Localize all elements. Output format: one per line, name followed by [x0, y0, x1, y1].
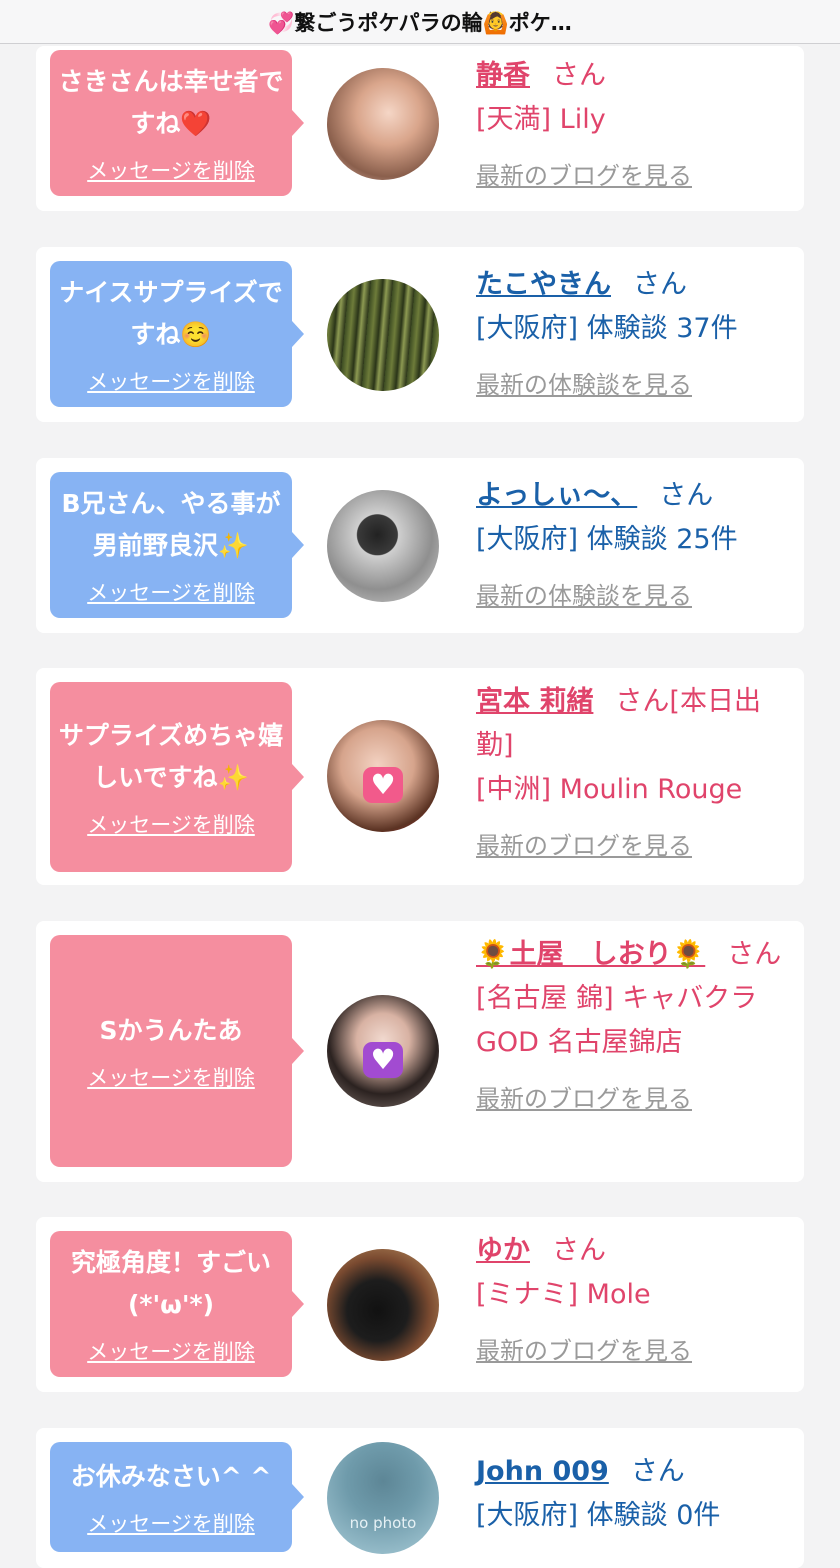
- message-text: さきさんは幸せ者ですね❤️: [58, 67, 284, 138]
- avatar[interactable]: [327, 1249, 439, 1361]
- user-name-link[interactable]: 静香: [476, 60, 530, 91]
- message-text: サプライズめちゃ嬉しいですね✨: [58, 721, 284, 792]
- message-bubble: B兄さん、やる事が男前野良沢✨ メッセージを削除: [50, 472, 304, 618]
- name-suffix: さん: [630, 1456, 685, 1487]
- message-card: B兄さん、やる事が男前野良沢✨ メッセージを削除 よっしぃ〜、 さん [大阪府] …: [36, 458, 804, 633]
- latest-post-link[interactable]: 最新のブログを見る: [476, 156, 786, 196]
- message-bubble: さきさんは幸せ者ですね❤️ メッセージを削除: [50, 50, 304, 196]
- latest-post-link[interactable]: 最新のブログを見る: [476, 1079, 786, 1119]
- shop-info: [ミナミ] Mole: [476, 1279, 651, 1310]
- user-name-link[interactable]: ゆか: [476, 1235, 530, 1266]
- name-suffix: さん: [552, 1235, 606, 1266]
- avatar[interactable]: [327, 490, 439, 602]
- delete-message-link[interactable]: メッセージを削除: [87, 1062, 255, 1092]
- user-name-link[interactable]: John 009: [476, 1456, 609, 1487]
- message-text: B兄さん、やる事が男前野良沢✨: [61, 489, 281, 560]
- shop-info: [天満] Lily: [476, 104, 606, 135]
- message-card: 究極角度！すごい(*'ω'*) メッセージを削除 ゆか さん [ミナミ] Mole…: [36, 1217, 804, 1392]
- shop-info: [大阪府] 体験談 37件: [476, 313, 738, 344]
- message-text: お休みなさい^ ^: [70, 1462, 272, 1491]
- avatar[interactable]: [327, 279, 439, 391]
- message-bubble: 究極角度！すごい(*'ω'*) メッセージを削除: [50, 1231, 304, 1377]
- message-card: さきさんは幸せ者ですね❤️ メッセージを削除 静香 さん [天満] Lily 最新…: [36, 46, 804, 211]
- name-suffix: さん: [552, 60, 606, 91]
- delete-message-link[interactable]: メッセージを削除: [87, 1508, 255, 1538]
- delete-message-link[interactable]: メッセージを削除: [87, 155, 255, 185]
- shop-info: [中洲] Moulin Rouge: [476, 774, 743, 805]
- latest-post-link[interactable]: 最新の体験談を見る: [476, 365, 786, 405]
- user-name-link[interactable]: よっしぃ〜、: [476, 480, 637, 511]
- message-bubble: ナイスサプライズですね☺️ メッセージを削除: [50, 261, 304, 407]
- message-text: 究極角度！すごい(*'ω'*): [70, 1248, 271, 1319]
- user-name-link[interactable]: 宮本 莉緒: [476, 686, 593, 717]
- message-card: サプライズめちゃ嬉しいですね✨ メッセージを削除 ♥ 宮本 莉緒 さん[本日出勤]…: [36, 668, 804, 885]
- latest-post-link[interactable]: 最新のブログを見る: [476, 826, 786, 866]
- name-suffix: さん: [659, 480, 714, 511]
- user-name-link[interactable]: 🌻土屋 しおり🌻: [476, 939, 705, 970]
- latest-post-link[interactable]: 最新のブログを見る: [476, 1331, 786, 1371]
- message-card: お休みなさい^ ^ メッセージを削除 no photo John 009 さん […: [36, 1428, 804, 1568]
- name-suffix: さん: [727, 939, 782, 970]
- shop-info: [大阪府] 体験談 0件: [476, 1500, 721, 1531]
- avatar[interactable]: ♥: [327, 995, 439, 1107]
- avatar[interactable]: [327, 68, 439, 180]
- user-name-link[interactable]: たこやきん: [476, 269, 611, 300]
- message-bubble: お休みなさい^ ^ メッセージを削除: [50, 1442, 304, 1552]
- avatar[interactable]: ♥: [327, 720, 439, 832]
- delete-message-link[interactable]: メッセージを削除: [87, 1336, 255, 1366]
- name-suffix: さん: [633, 269, 687, 300]
- heart-sticker-icon: ♥: [363, 1041, 403, 1078]
- message-bubble: サプライズめちゃ嬉しいですね✨ メッセージを削除: [50, 682, 304, 872]
- delete-message-link[interactable]: メッセージを削除: [87, 809, 255, 839]
- message-text: ナイスサプライズですね☺️: [59, 278, 283, 349]
- no-photo-label: no photo: [349, 1514, 417, 1532]
- delete-message-link[interactable]: メッセージを削除: [87, 366, 255, 396]
- message-card: ナイスサプライズですね☺️ メッセージを削除 たこやきん さん [大阪府] 体験談…: [36, 247, 804, 422]
- latest-post-link[interactable]: 最新の体験談を見る: [476, 576, 786, 616]
- message-card: Sかうんたあ メッセージを削除 ♥ 🌻土屋 しおり🌻 さん [名古屋 錦] キャバ…: [36, 921, 804, 1182]
- shop-info: [名古屋 錦] キャバクラGOD 名古屋錦店: [476, 983, 758, 1058]
- delete-message-link[interactable]: メッセージを削除: [87, 577, 255, 607]
- message-bubble: Sかうんたあ メッセージを削除: [50, 935, 304, 1167]
- message-text: Sかうんたあ: [99, 1016, 243, 1045]
- heart-sticker-icon: ♥: [363, 766, 403, 803]
- no-photo-avatar[interactable]: no photo: [327, 1442, 439, 1554]
- page-title: 💞繋ごうポケパラの輪🙆ポケ…: [0, 0, 840, 44]
- shop-info: [大阪府] 体験談 25件: [476, 524, 738, 555]
